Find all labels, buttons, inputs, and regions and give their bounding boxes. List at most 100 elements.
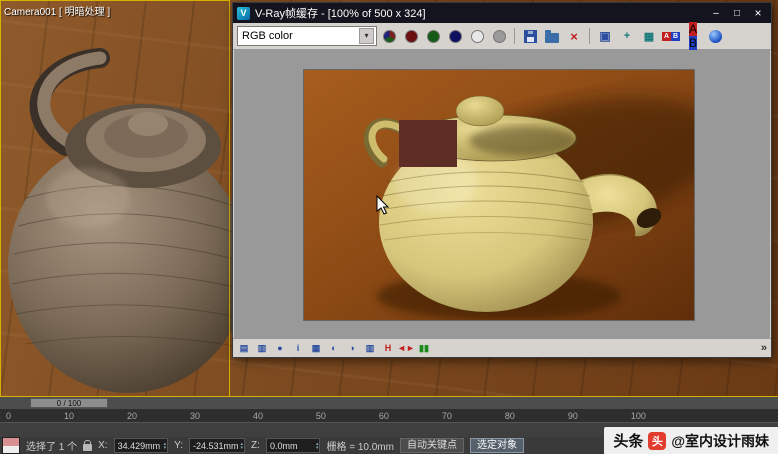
blue-channel-icon: [449, 30, 462, 43]
blue-channel-button[interactable]: [445, 26, 465, 46]
z-label: Z:: [251, 440, 260, 451]
channel-select-value: RGB color: [242, 30, 293, 42]
b-badge: B: [689, 36, 697, 50]
rgb-channel-icon: [383, 30, 396, 43]
stamp-icon[interactable]: ▤: [237, 341, 251, 355]
info-icon[interactable]: i: [291, 341, 305, 355]
tick-label: 40: [253, 411, 263, 421]
maximize-button[interactable]: □: [728, 6, 746, 21]
vfb-title: V-Ray帧缓存 - [100% of 500 x 324]: [255, 5, 704, 21]
track-bar-ticks: 0 10 20 30 40 50 60 70 80 90 100: [0, 409, 652, 422]
mono-channel-button[interactable]: [489, 26, 509, 46]
red-channel-icon: [405, 30, 418, 43]
vfb-toolbar: RGB color ▾ × ▣ + ▦ A B: [233, 23, 771, 50]
green-channel-button[interactable]: [423, 26, 443, 46]
exposure-icon[interactable]: ◐: [327, 341, 341, 355]
spinner-icon[interactable]: ▴▾: [316, 442, 319, 450]
screen: Camera001 [ 明暗处理 ] V V-Ray帧缓存 - [100% of…: [0, 0, 778, 454]
region-render-box: [399, 120, 457, 167]
mini-listener-script-pane[interactable]: [3, 446, 19, 454]
histogram-icon[interactable]: H: [381, 341, 395, 355]
x-label: X:: [98, 440, 107, 451]
alpha-channel-button[interactable]: [467, 26, 487, 46]
tick-label: 60: [379, 411, 389, 421]
compare-horizontal-button[interactable]: A B: [661, 26, 681, 46]
load-image-button[interactable]: [542, 26, 562, 46]
vfb-bottom-toolbar: ▤ ▥ ● i ▦ ◐ ◑ ▥ H ◄► ▮▮ »: [233, 338, 771, 357]
color-corrections-button[interactable]: [705, 26, 725, 46]
compare-vertical-button[interactable]: A B: [683, 26, 703, 46]
selection-count-text: 选择了 1 个: [26, 438, 77, 453]
y-coordinate-field[interactable]: -24.531mm ▴▾: [189, 438, 245, 453]
toolbar-separator: [589, 28, 590, 44]
tick-label: 80: [505, 411, 515, 421]
tick-label: 90: [568, 411, 578, 421]
spinner-icon[interactable]: ▴▾: [241, 442, 244, 450]
track-mouse-button[interactable]: +: [617, 26, 637, 46]
y-label: Y:: [174, 440, 183, 451]
tick-label: 50: [316, 411, 326, 421]
tick-label: 10: [64, 411, 74, 421]
preview-icon[interactable]: ▥: [255, 341, 269, 355]
clear-image-button[interactable]: ×: [564, 26, 584, 46]
selection-lock-icon[interactable]: [83, 444, 92, 451]
close-button[interactable]: ×: [749, 6, 767, 21]
alpha-channel-icon: [471, 30, 484, 43]
save-image-button[interactable]: [520, 26, 540, 46]
floppy-icon: [524, 30, 537, 43]
render-canvas[interactable]: [234, 50, 770, 338]
tick-label: 30: [190, 411, 200, 421]
duplicate-buffer-button[interactable]: ▣: [595, 26, 615, 46]
channel-select[interactable]: RGB color ▾: [237, 26, 377, 46]
region-render-button[interactable]: ▦: [639, 26, 659, 46]
tick-label: 20: [127, 411, 137, 421]
chevron-down-icon[interactable]: ▾: [359, 28, 374, 44]
mini-listener-macro-pane[interactable]: [3, 438, 19, 446]
y-value: -24.531mm: [193, 441, 239, 451]
ab-horizontal-icon: A B: [662, 32, 680, 41]
selection-filter-button[interactable]: 选定对象: [470, 438, 524, 453]
viewport-label[interactable]: Camera001 [ 明暗处理 ]: [4, 3, 110, 18]
more-icons-chevron[interactable]: »: [761, 342, 767, 354]
tick-label: 70: [442, 411, 452, 421]
render-teapot: [304, 70, 694, 320]
track-bar[interactable]: 0 10 20 30 40 50 60 70 80 90 100: [0, 409, 778, 422]
maxscript-mini-listener[interactable]: [2, 437, 20, 454]
sphere-icon: [709, 30, 722, 43]
x-value: 34.429mm: [118, 441, 162, 451]
globe-icon[interactable]: ●: [273, 341, 287, 355]
compare-arrows-icon[interactable]: ◄►: [399, 341, 413, 355]
a-badge: A: [662, 32, 671, 41]
channels-icon[interactable]: ▮▮: [417, 341, 431, 355]
b-badge: B: [671, 32, 680, 41]
watermark-handle: @室内设计雨妹: [671, 431, 769, 451]
ab-vertical-icon: A B: [689, 22, 697, 50]
z-coordinate-field[interactable]: 0.0mm ▴▾: [266, 438, 321, 453]
z-value: 0.0mm: [270, 441, 314, 451]
grid-spacing-text: 栅格 = 10.0mm: [326, 438, 394, 453]
x-coordinate-field[interactable]: 34.429mm ▴▾: [114, 438, 169, 453]
mono-channel-icon: [493, 30, 506, 43]
tick-label: 100: [631, 411, 646, 421]
levels-icon[interactable]: ▥: [363, 341, 377, 355]
active-viewport-border: [0, 0, 230, 397]
rgb-channel-button[interactable]: [379, 26, 399, 46]
white-balance-icon[interactable]: ◑: [345, 341, 359, 355]
green-channel-icon: [427, 30, 440, 43]
vfb-titlebar[interactable]: V V-Ray帧缓存 - [100% of 500 x 324] – □ ×: [233, 3, 771, 23]
vray-frame-buffer-window[interactable]: V V-Ray帧缓存 - [100% of 500 x 324] – □ × R…: [232, 2, 772, 358]
toolbar-separator: [514, 28, 515, 44]
watermark: 头条 头 @室内设计雨妹: [604, 427, 778, 454]
time-slider-button[interactable]: 0 / 100: [30, 398, 108, 408]
folder-icon: [545, 33, 559, 43]
spinner-icon[interactable]: ▴▾: [164, 442, 167, 450]
rendered-image[interactable]: [304, 70, 694, 320]
vray-logo-icon: V: [237, 7, 250, 20]
auto-key-button[interactable]: 自动关键点: [400, 438, 464, 453]
watermark-brand: 头条: [613, 430, 643, 451]
color-corrections-icon[interactable]: ▦: [309, 341, 323, 355]
tick-label: 0: [6, 411, 11, 421]
a-badge: A: [689, 22, 697, 36]
minimize-button[interactable]: –: [707, 6, 725, 21]
red-channel-button[interactable]: [401, 26, 421, 46]
